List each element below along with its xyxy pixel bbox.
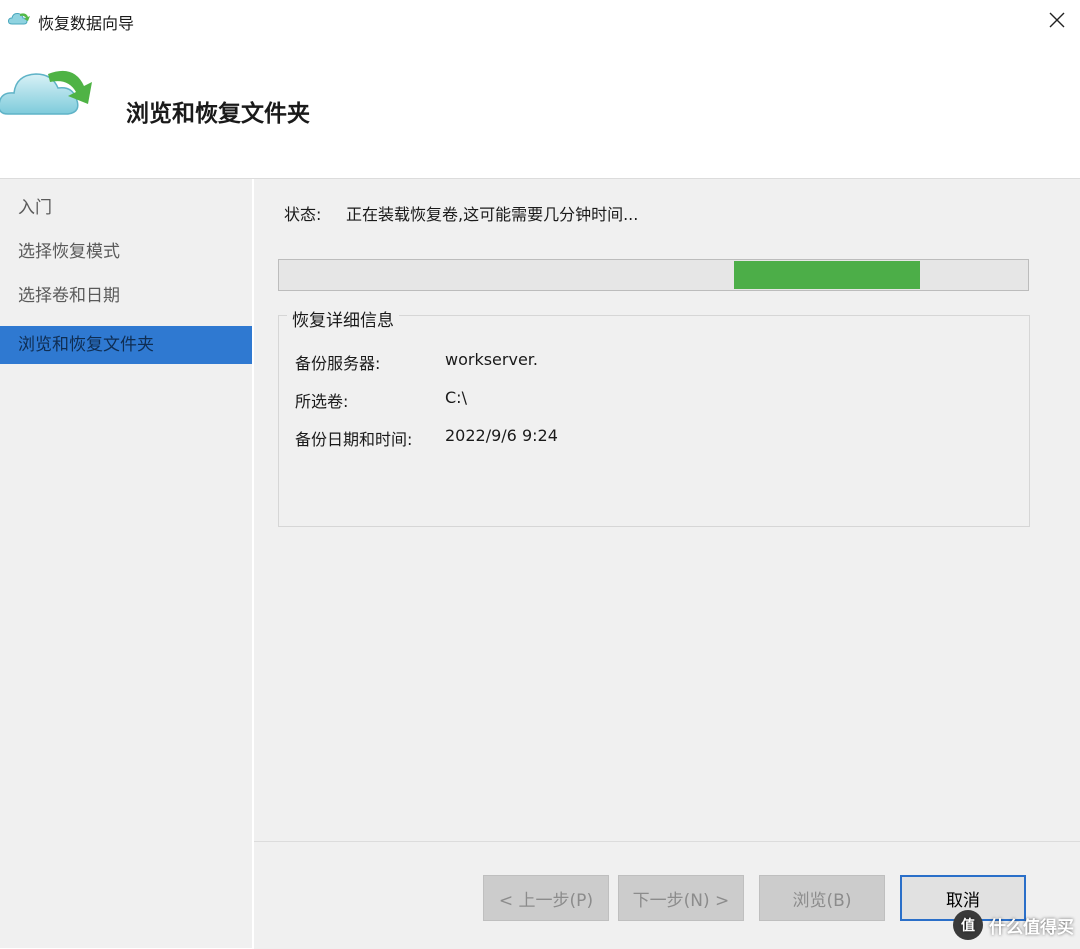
backup-server-label: 备份服务器: — [295, 354, 381, 373]
page-title: 浏览和恢复文件夹 — [126, 101, 310, 127]
group-title: 恢复详细信息 — [287, 306, 399, 331]
main-panel: 状态: 正在装载恢复卷,这可能需要几分钟时间... 恢复详细信息 备份服务器: … — [254, 179, 1080, 841]
cloud-restore-icon — [0, 70, 92, 115]
step-select-recovery-mode[interactable]: 选择恢复模式 — [0, 233, 252, 271]
backup-datetime-value: 2022/9/6 9:24 — [445, 426, 558, 445]
previous-button[interactable]: < 上一步(P) — [483, 875, 609, 921]
selected-volume-value: C:\ — [445, 388, 467, 407]
backup-server-value: workserver. — [445, 350, 538, 369]
next-button[interactable]: 下一步(N) > — [618, 875, 744, 921]
status-label: 状态: — [284, 205, 322, 224]
watermark-badge: 值 — [953, 910, 983, 940]
backup-datetime-label: 备份日期和时间: — [295, 430, 413, 449]
close-button[interactable] — [1034, 0, 1080, 40]
selected-volume-label: 所选卷: — [295, 392, 349, 411]
window-title: 恢复数据向导 — [38, 14, 135, 33]
progress-bar — [278, 259, 1029, 291]
step-select-volume-date[interactable]: 选择卷和日期 — [0, 277, 252, 315]
step-getting-started[interactable]: 入门 — [0, 189, 252, 227]
close-icon — [1049, 12, 1065, 28]
watermark: 值 什么值得买 — [953, 910, 1074, 940]
cloud-restore-icon — [7, 12, 30, 25]
progress-marquee — [734, 261, 920, 289]
recovery-details-group: 恢复详细信息 备份服务器: workserver. 所选卷: C:\ 备份日期和… — [278, 306, 1030, 527]
watermark-text: 什么值得买 — [989, 917, 1074, 938]
wizard-steps-sidebar: 入门 选择恢复模式 选择卷和日期 浏览和恢复文件夹 — [0, 179, 252, 948]
step-browse-recover-folders[interactable]: 浏览和恢复文件夹 — [0, 326, 252, 364]
browse-button[interactable]: 浏览(B) — [759, 875, 885, 921]
title-bar: 恢复数据向导 — [0, 0, 1080, 44]
wizard-header: 浏览和恢复文件夹 — [0, 44, 1080, 179]
status-text: 正在装载恢复卷,这可能需要几分钟时间... — [346, 205, 639, 224]
